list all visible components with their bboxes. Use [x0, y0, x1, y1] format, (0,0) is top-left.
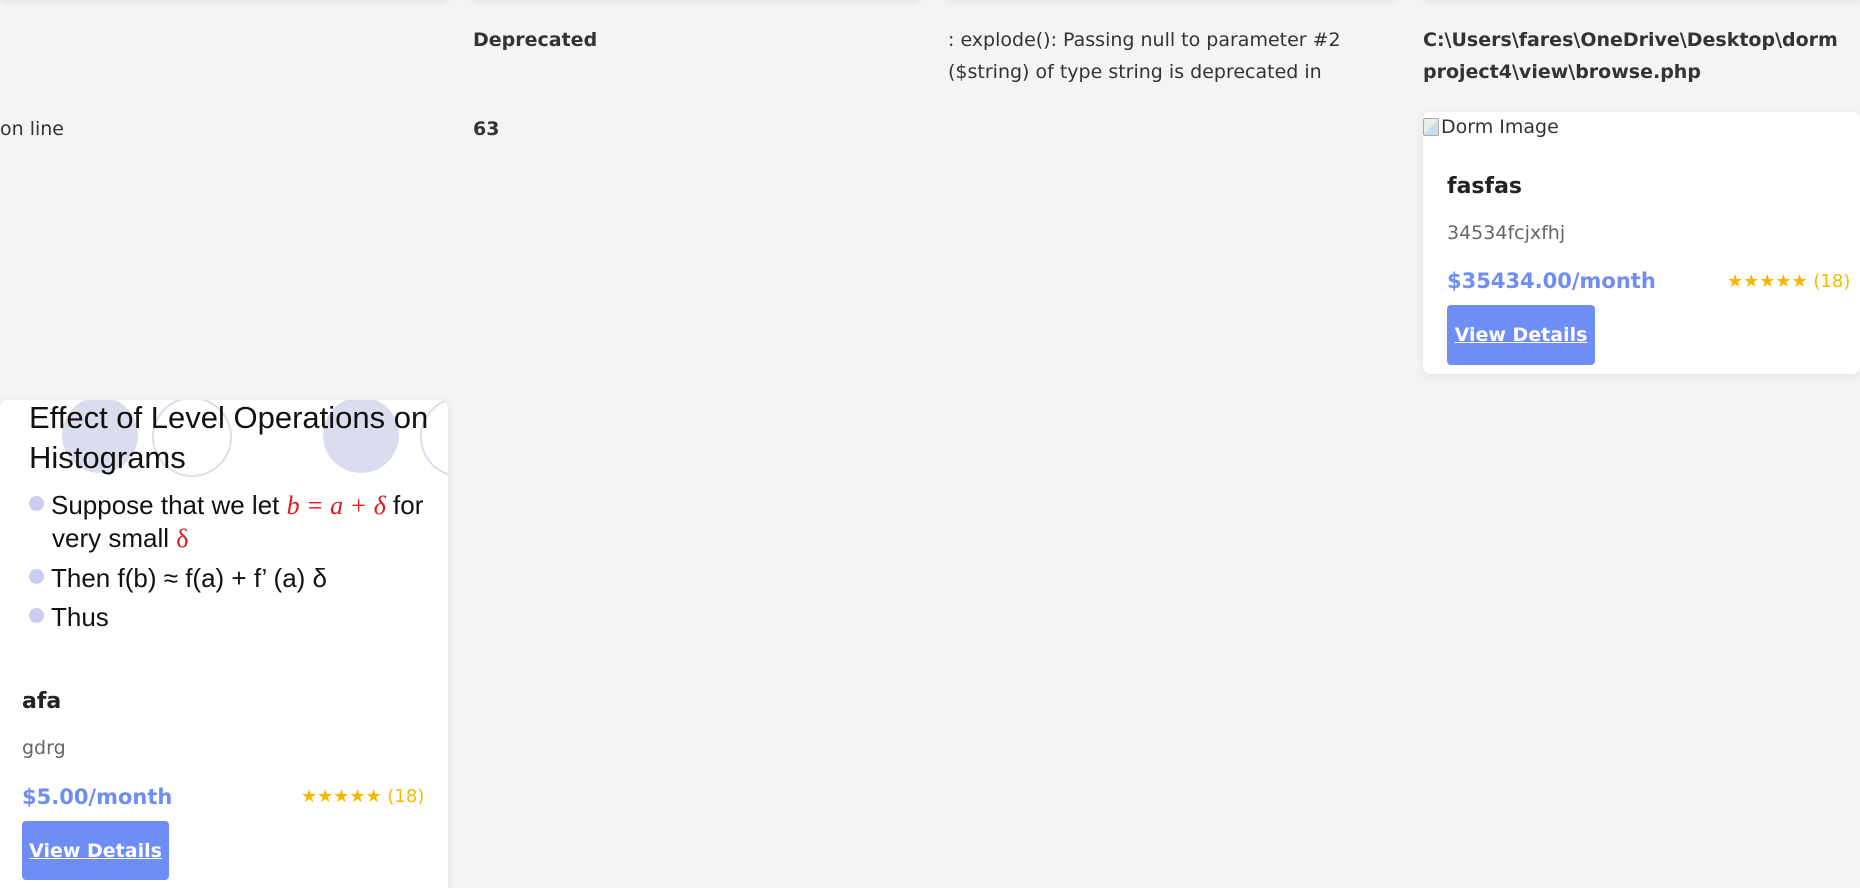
bullet-icon — [29, 569, 44, 584]
listing-card: Dorm Image fasfas 34534fcjxfhj $35434.00… — [1423, 112, 1860, 374]
slide-bullet: Thus — [29, 601, 109, 634]
warning-on-line: on line — [0, 118, 64, 140]
browse-page: on line Deprecated 63 : explode(): Passi… — [0, 0, 1860, 888]
listing-title: afa — [22, 689, 62, 714]
listing-price: $5.00/month — [22, 785, 173, 809]
listing-rating: ★★★★★ (18) — [1727, 271, 1851, 292]
listing-image: Effect of Level Operations on Histograms… — [0, 400, 448, 650]
listing-price: $35434.00/month — [1447, 269, 1656, 293]
listing-description: 34534fcjxfhj — [1447, 222, 1566, 244]
slide-title: Effect of Level Operations on Histograms — [29, 400, 429, 475]
warning-line-number: 63 — [473, 118, 500, 140]
listing-image: Dorm Image — [1423, 116, 1559, 138]
slide-bullet: Then f(b) ≈ f(a) + f’ (a) δ — [29, 562, 327, 595]
listing-description: gdrg — [22, 737, 66, 759]
broken-image-icon — [1423, 118, 1439, 136]
listing-rating: ★★★★★ (18) — [301, 786, 425, 807]
slide-bullet: Suppose that we let b = a + δ for — [29, 489, 423, 522]
view-details-button[interactable]: View Details — [22, 821, 169, 880]
warning-message: : explode(): Passing null to parameter #… — [948, 29, 1341, 83]
listing-title: fasfas — [1447, 174, 1523, 199]
warning-type: Deprecated — [473, 29, 598, 51]
listing-card: Effect of Level Operations on Histograms… — [0, 400, 448, 888]
bullet-icon — [29, 496, 44, 511]
warning-file-path: C:\Users\fares\OneDrive\Desktop\dorm pro… — [1423, 29, 1838, 83]
slide-bullet-continued: very small δ — [52, 523, 189, 553]
bullet-icon — [29, 608, 44, 623]
view-details-button[interactable]: View Details — [1447, 305, 1595, 365]
